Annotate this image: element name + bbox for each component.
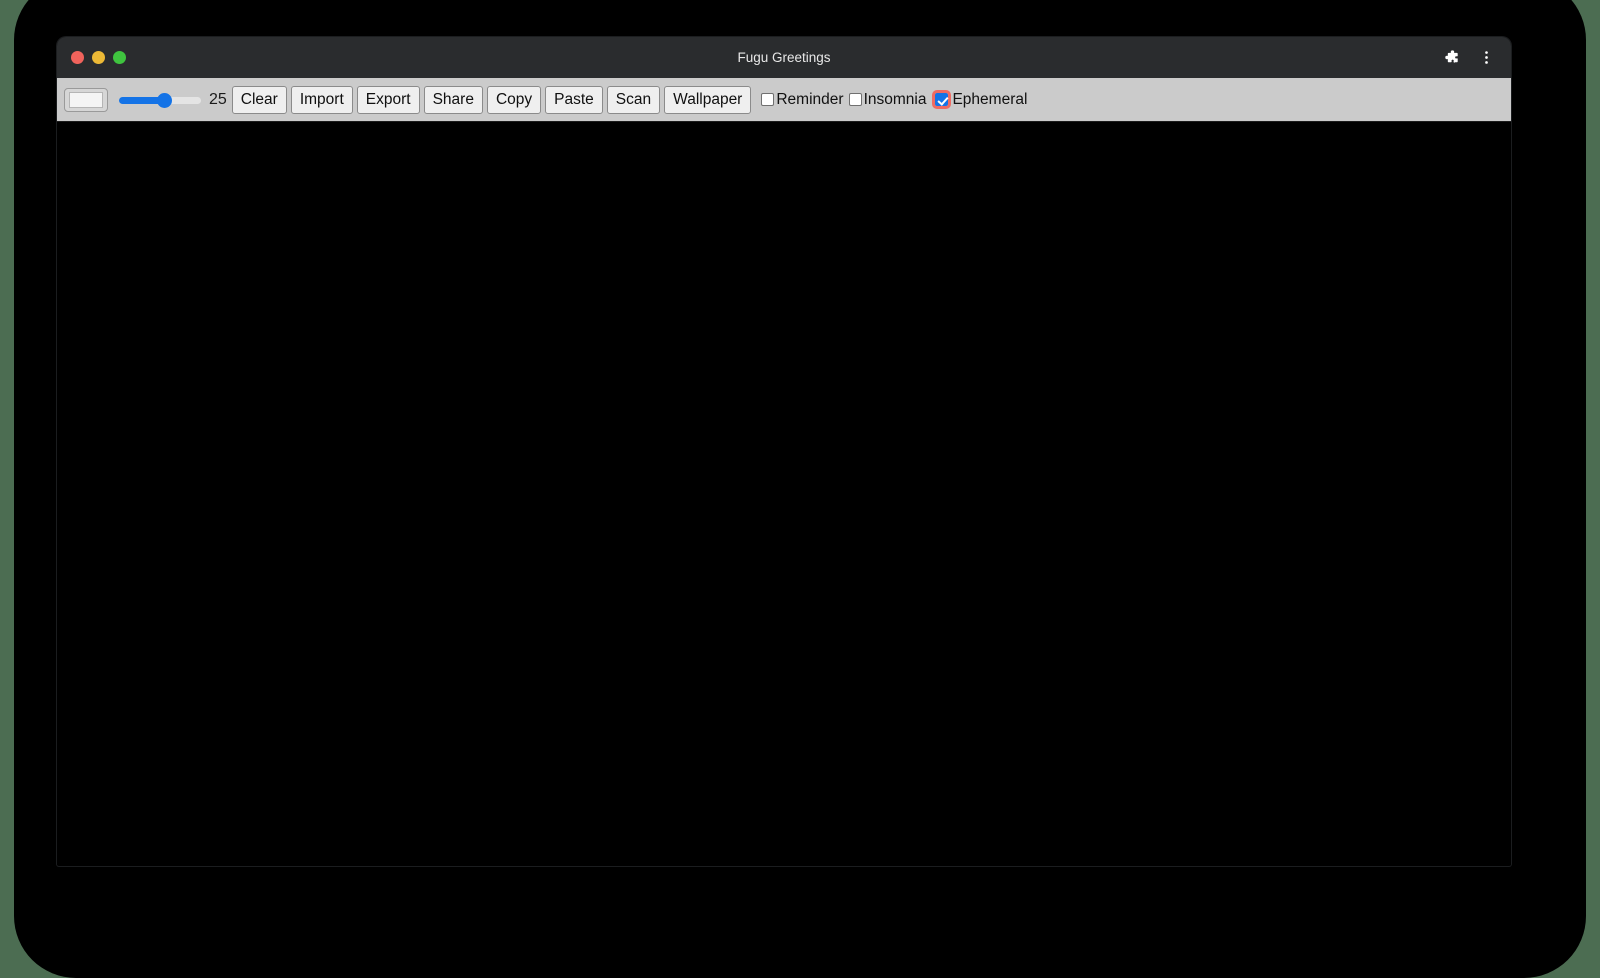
window-titlebar: Fugu Greetings bbox=[57, 37, 1511, 78]
color-picker[interactable] bbox=[64, 87, 108, 112]
share-button[interactable]: Share bbox=[423, 85, 483, 114]
maximize-window-button[interactable] bbox=[113, 51, 126, 64]
titlebar-actions bbox=[1435, 37, 1501, 78]
scan-button[interactable]: Scan bbox=[606, 85, 661, 114]
ephemeral-checkbox[interactable] bbox=[932, 90, 952, 109]
extensions-icon[interactable] bbox=[1435, 43, 1465, 73]
reminder-label: Reminder bbox=[776, 90, 844, 108]
minimize-window-button[interactable] bbox=[92, 51, 105, 64]
copy-button[interactable]: Copy bbox=[486, 85, 542, 114]
export-button[interactable]: Export bbox=[356, 85, 420, 114]
desktop-background: Fugu Greetings 25 Clear Import Export Sh… bbox=[0, 0, 1600, 978]
import-button[interactable]: Import bbox=[290, 85, 353, 114]
reminder-checkbox-item[interactable]: Reminder bbox=[761, 91, 848, 109]
ephemeral-label: Ephemeral bbox=[952, 90, 1028, 108]
browser-window: Fugu Greetings 25 Clear Import Export Sh… bbox=[57, 37, 1511, 866]
traffic-light-group bbox=[57, 51, 126, 64]
color-picker-swatch bbox=[69, 91, 103, 108]
close-window-button[interactable] bbox=[71, 51, 84, 64]
paste-button[interactable]: Paste bbox=[545, 85, 603, 114]
app-toolbar: 25 Clear Import Export Share Copy Paste … bbox=[57, 78, 1511, 122]
line-width-slider[interactable] bbox=[119, 90, 201, 110]
toolbar-checkbox-group: Reminder Insomnia Ephemeral bbox=[761, 90, 1032, 109]
insomnia-checkbox[interactable] bbox=[848, 93, 862, 106]
clear-button[interactable]: Clear bbox=[231, 85, 287, 114]
wallpaper-button[interactable]: Wallpaper bbox=[664, 85, 752, 114]
insomnia-checkbox-item[interactable]: Insomnia bbox=[848, 90, 932, 109]
ephemeral-checkbox-item[interactable]: Ephemeral bbox=[931, 90, 1032, 109]
slider-thumb[interactable] bbox=[157, 92, 172, 108]
drawing-canvas[interactable] bbox=[57, 122, 1511, 865]
reminder-checkbox[interactable] bbox=[761, 93, 775, 106]
slider-value-label: 25 bbox=[209, 90, 227, 108]
window-title: Fugu Greetings bbox=[737, 50, 831, 65]
browser-menu-icon[interactable] bbox=[1471, 43, 1501, 73]
insomnia-label: Insomnia bbox=[863, 90, 927, 108]
